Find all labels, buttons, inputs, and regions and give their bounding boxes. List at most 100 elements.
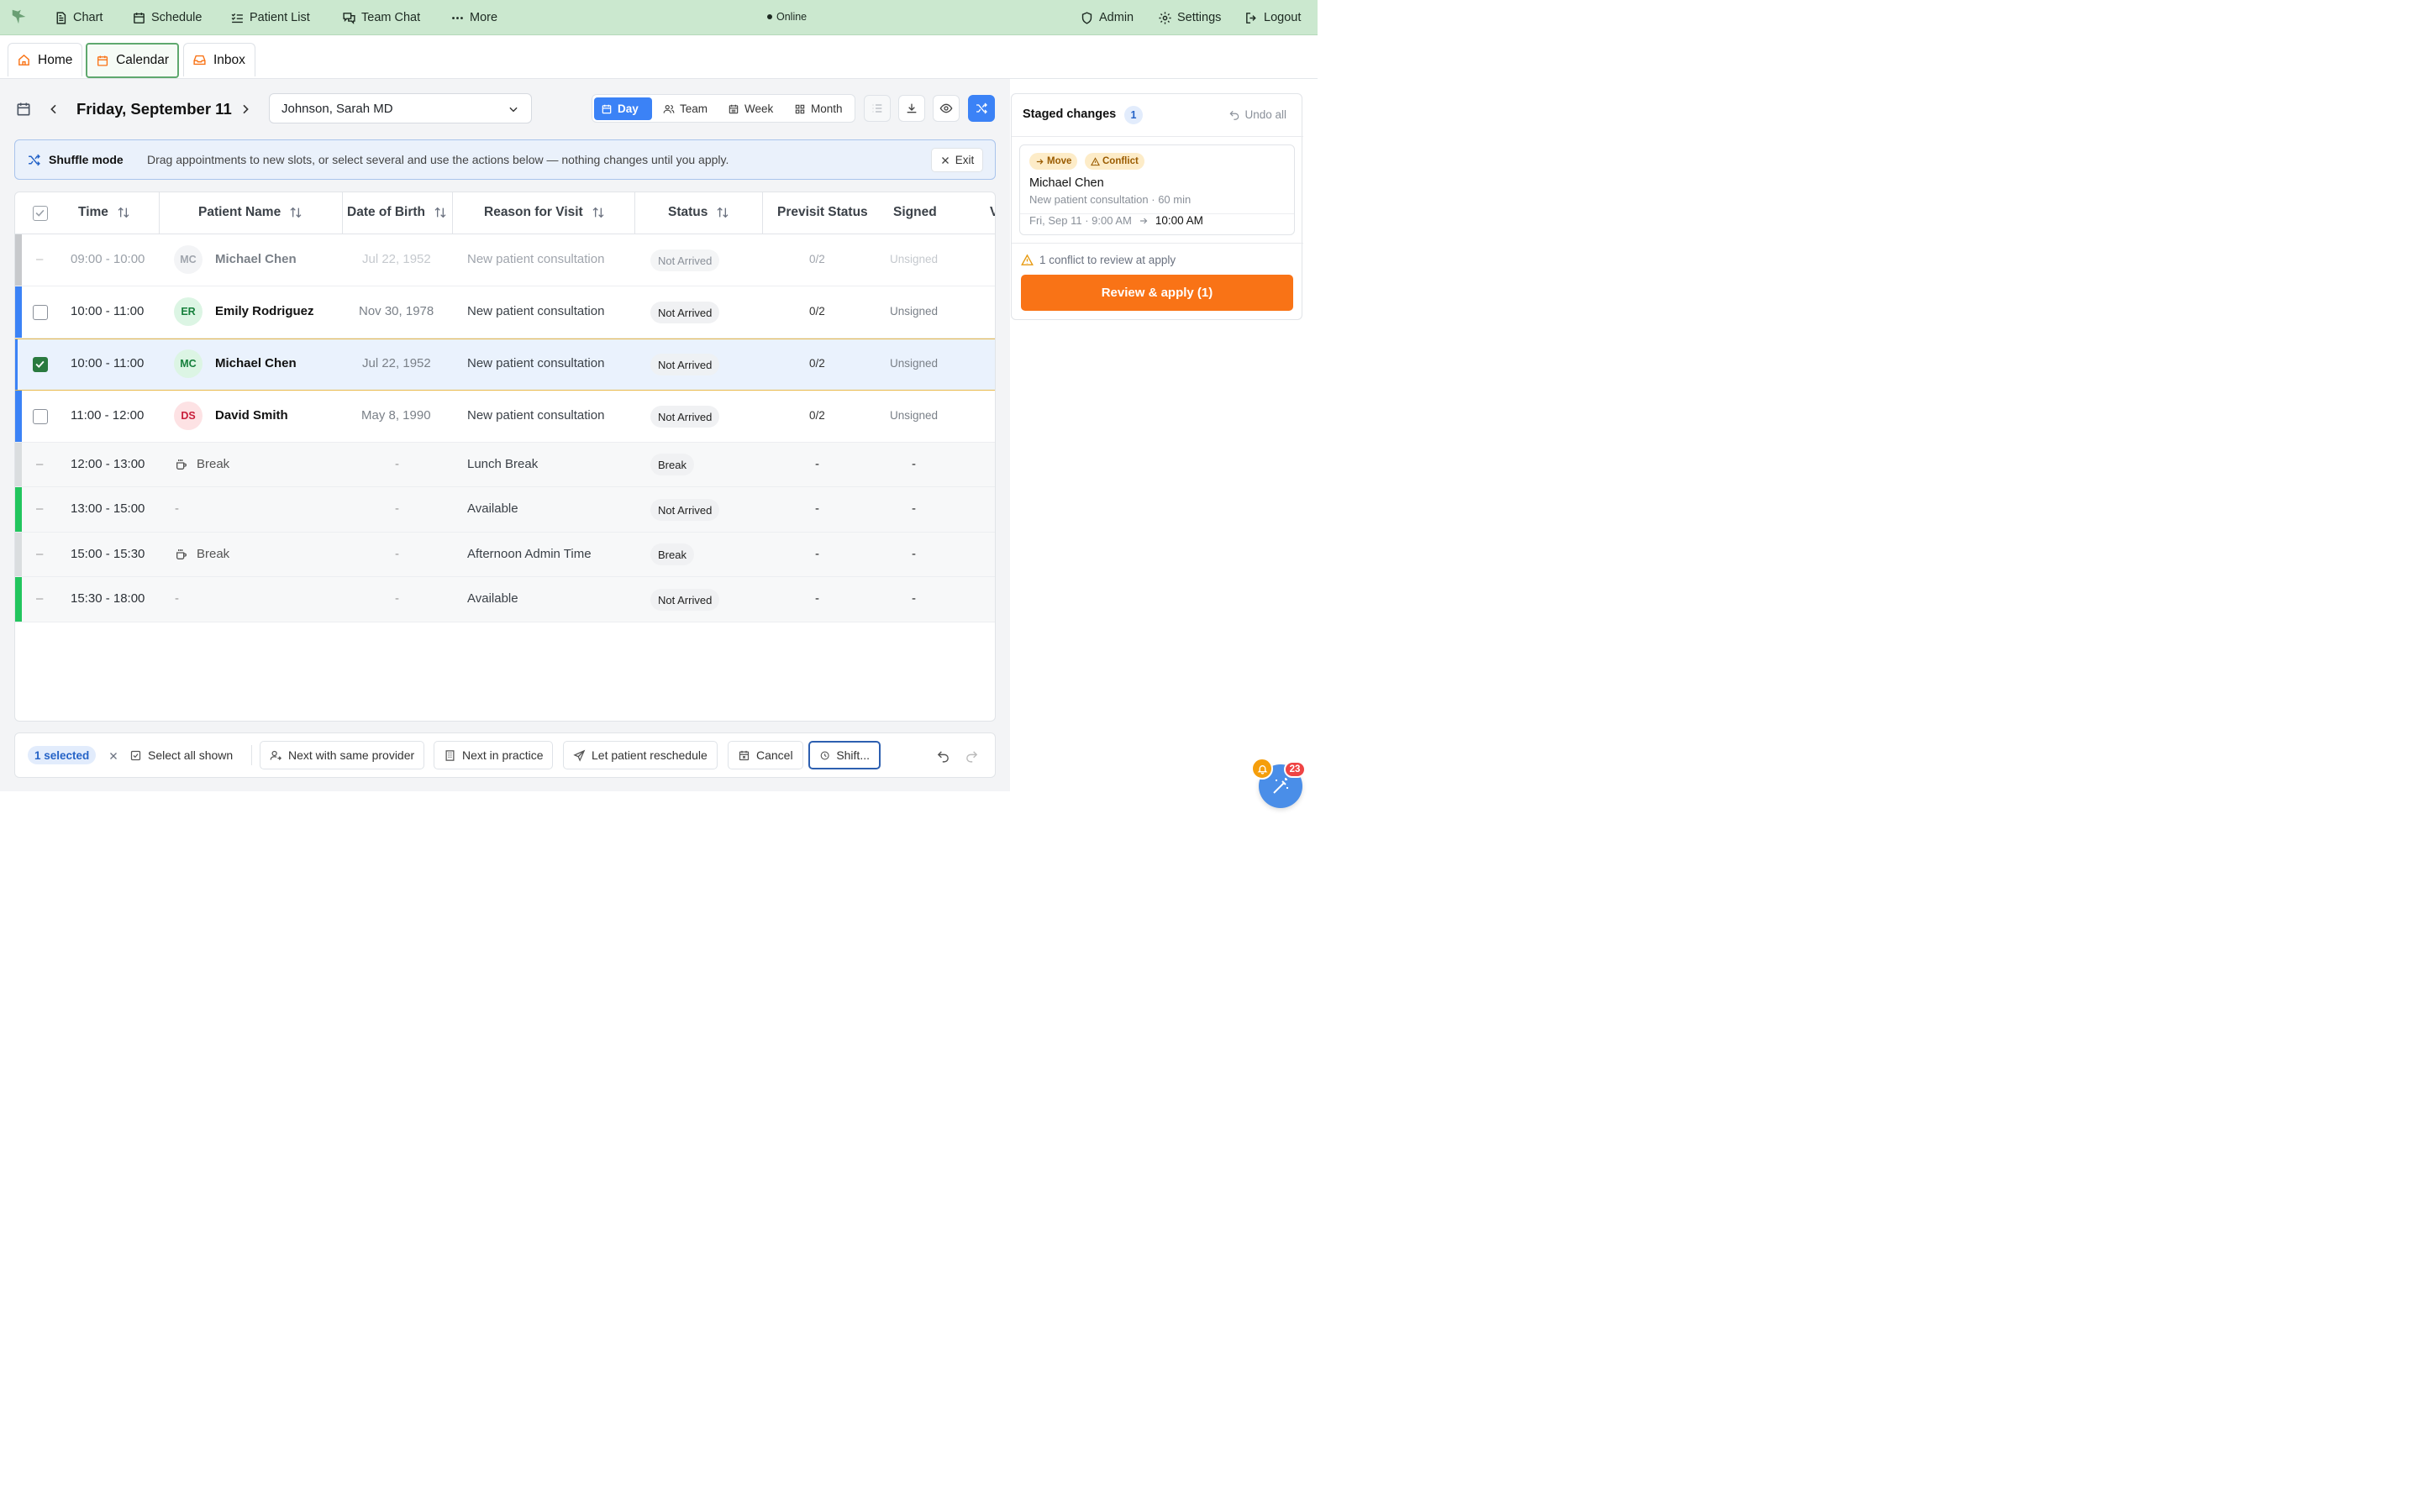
row-patient-name: Break [197, 547, 230, 561]
appointments-table: Time Patient Name Date of Birth Reason f… [14, 192, 996, 722]
shift-button[interactable]: Shift... [808, 741, 881, 769]
cancel-appointment-button[interactable]: Cancel [728, 741, 803, 769]
download-button[interactable] [898, 95, 925, 122]
tab-home[interactable]: Home [8, 43, 82, 76]
provider-select-value: Johnson, Sarah MD [281, 101, 393, 116]
row-checkbox[interactable] [33, 409, 48, 424]
building-icon [445, 749, 455, 761]
staged-to-time: 10:00 AM [1155, 214, 1203, 227]
undo-all-button[interactable]: Undo all [1228, 108, 1286, 121]
col-reason[interactable]: Reason for Visit [484, 205, 605, 220]
checkbox-icon [130, 750, 141, 760]
table-row[interactable]: 10:00 - 11:00 MC Michael Chen Jul 22, 19… [15, 339, 995, 391]
table-row[interactable]: 11:00 - 12:00 DS David Smith May 8, 1990… [15, 391, 995, 443]
row-dob: Jul 22, 1952 [362, 356, 431, 370]
conflict-tag: Conflict [1085, 153, 1144, 170]
logo-icon[interactable] [10, 8, 29, 26]
review-apply-button[interactable]: Review & apply (1) [1021, 275, 1293, 311]
row-patient-name[interactable]: Michael Chen [215, 252, 297, 266]
gear-icon [1159, 11, 1171, 24]
exit-shuffle-button[interactable]: Exit [931, 148, 983, 172]
col-reason-label: Reason for Visit [484, 205, 583, 219]
nav-more[interactable]: More [450, 9, 497, 26]
row-patient-name[interactable]: Michael Chen [215, 356, 297, 370]
staged-change-card[interactable]: Move Conflict Michael Chen New patient c… [1019, 144, 1295, 235]
nav-patient-list[interactable]: Patient List [230, 9, 310, 26]
selected-count-badge: 1 selected [28, 746, 97, 764]
undo-icon [937, 750, 949, 763]
calendar-week-icon [729, 104, 739, 113]
avatar: MC [174, 245, 203, 274]
next-same-provider-button[interactable]: Next with same provider [260, 741, 425, 769]
row-color-bar [15, 533, 22, 576]
table-row[interactable]: – 09:00 - 10:00 MC Michael Chen Jul 22, … [15, 234, 995, 286]
table-row: – 15:00 - 15:30 Break - Afternoon Admin … [15, 533, 995, 577]
col-patient-name[interactable]: Patient Name [198, 205, 302, 220]
date-picker-button[interactable] [14, 100, 33, 118]
banner-title: Shuffle mode [49, 153, 124, 166]
cancel-label: Cancel [756, 748, 793, 762]
warning-icon [1021, 254, 1034, 265]
tab-calendar[interactable]: Calendar [86, 43, 179, 78]
row-signed: Unsigned [890, 357, 939, 370]
row-time: 15:00 - 15:30 [71, 547, 145, 561]
redo-icon [965, 750, 977, 763]
nav-settings[interactable]: Settings [1158, 9, 1221, 26]
nav-admin[interactable]: Admin [1080, 9, 1134, 26]
col-previsit[interactable]: Previsit Status [777, 205, 868, 220]
row-checkbox[interactable] [33, 357, 48, 372]
row-time: 13:00 - 15:00 [71, 501, 145, 516]
let-patient-reschedule-button[interactable]: Let patient reschedule [563, 741, 718, 769]
avatar: ER [174, 297, 203, 326]
select-all-shown-button[interactable]: Select all shown [124, 741, 239, 769]
staged-detail: New patient consultation · 60 min [1029, 193, 1192, 206]
view-team-button[interactable]: Team [656, 97, 714, 120]
table-row[interactable]: – 15:30 - 18:00 - - Available Not Arrive… [15, 577, 995, 622]
select-all-checkbox[interactable] [33, 206, 48, 221]
chevron-left-icon [50, 104, 56, 114]
ellipsis-icon [452, 16, 463, 19]
col-v[interactable]: V [990, 205, 995, 220]
view-day-button[interactable]: Day [594, 97, 652, 120]
table-row[interactable]: – 13:00 - 15:00 - - Available Not Arrive… [15, 487, 995, 533]
tab-inbox[interactable]: Inbox [183, 43, 255, 76]
nav-team-chat[interactable]: Team Chat [342, 9, 420, 26]
row-check-placeholder: – [36, 457, 44, 471]
sort-icon [592, 207, 604, 218]
clear-selection-button[interactable] [107, 749, 120, 763]
view-switcher: Day Team Week Month [592, 94, 855, 123]
row-time: 10:00 - 11:00 [71, 304, 145, 318]
col-dob[interactable]: Date of Birth [347, 205, 447, 220]
row-reason: New patient consultation [467, 304, 605, 318]
next-in-practice-button[interactable]: Next in practice [434, 741, 554, 769]
conflict-tag-label: Conflict [1102, 156, 1139, 166]
row-dob: - [395, 591, 399, 606]
nav-logout[interactable]: Logout [1244, 9, 1301, 26]
table-row[interactable]: 10:00 - 11:00 ER Emily Rodriguez Nov 30,… [15, 286, 995, 339]
provider-select[interactable]: Johnson, Sarah MD [269, 93, 532, 123]
redo-button[interactable] [963, 748, 980, 764]
row-color-bar [15, 391, 22, 442]
nav-schedule[interactable]: Schedule [132, 9, 202, 26]
visibility-button[interactable] [933, 95, 960, 122]
row-patient-name[interactable]: David Smith [215, 408, 288, 423]
nav-admin-label: Admin [1099, 11, 1134, 24]
prev-day-button[interactable] [45, 100, 62, 118]
col-status[interactable]: Status [668, 205, 729, 220]
shuffle-mode-button[interactable] [968, 95, 995, 122]
col-signed[interactable]: Signed [893, 205, 937, 220]
nav-settings-label: Settings [1177, 11, 1222, 24]
col-time[interactable]: Time [78, 205, 130, 220]
sort-icon [717, 207, 729, 218]
undo-button[interactable] [934, 748, 951, 764]
bell-notification-button[interactable] [1251, 758, 1273, 780]
list-view-button[interactable] [864, 95, 891, 122]
view-month-button[interactable]: Month [787, 97, 850, 120]
nav-chart[interactable]: Chart [54, 9, 103, 26]
row-patient-name[interactable]: Emily Rodriguez [215, 304, 314, 318]
shuffle-icon [976, 102, 987, 114]
coffee-icon [176, 459, 187, 470]
view-week-button[interactable]: Week [721, 97, 780, 120]
row-checkbox[interactable] [33, 305, 48, 320]
next-day-button[interactable] [237, 100, 254, 118]
